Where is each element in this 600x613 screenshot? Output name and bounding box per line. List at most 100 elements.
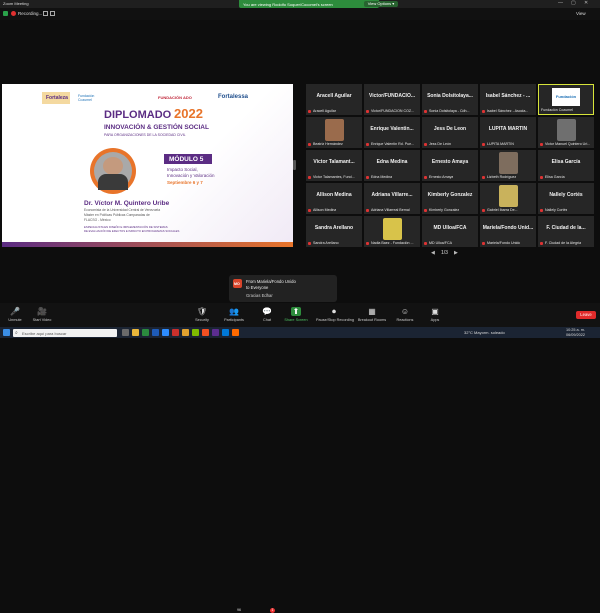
pause-recording-icon[interactable] [43,11,48,16]
minimize-button[interactable]: — [558,0,563,6]
maximize-button[interactable]: ▢ [571,0,576,6]
participant-tile[interactable]: Allison Medina Allison Medina [306,183,362,214]
participant-tile[interactable]: Aracell Aguilar Aracell Aguilar [306,84,362,115]
logo-fortaleza: Fortaleza [46,95,68,101]
chat-notification[interactable]: MO From Mariela/Fondo Unido to Everyone … [229,275,337,302]
participants-button[interactable]: 👥 Participants [219,307,249,322]
participant-tile[interactable]: Victor Manuel Quintero Uri... [538,117,594,148]
apps-button[interactable]: ▣ Apps [420,307,450,322]
outlook-icon[interactable] [222,329,229,336]
participant-tile[interactable]: Sonia Dolsitolaya... Sonia Dolsitolaya - … [422,84,478,115]
muted-mic-icon [482,110,485,113]
word-icon[interactable] [152,329,159,336]
chrome-icon[interactable] [182,329,189,336]
chat-from: From Mariela/Fondo Unido [246,279,296,284]
excel-icon[interactable] [142,329,149,336]
shield-icon[interactable] [3,11,8,16]
shield-icon: 🛡 [197,307,208,316]
participant-tile[interactable]: Sandra Arellano Sandra Arellano [306,216,362,247]
participant-label: F. Ciudad de la Alegría [545,241,582,245]
slide-year: 2022 [174,106,203,121]
app-icon[interactable] [192,329,199,336]
shared-screen-slide: Fortaleza Fundación Cozumel FUNDACIÓN AD… [2,84,293,247]
participant-name: F. Ciudad de la... [546,225,586,231]
start-video-button[interactable]: 🎥 Start Video [27,307,57,322]
muted-mic-icon [308,110,311,113]
muted-mic-icon [366,143,369,146]
view-button[interactable]: View [576,11,586,16]
participant-tile[interactable]: Victor Talamant... Victor Talamantes, Fun… [306,150,362,181]
participant-name: Allison Medina [316,192,352,198]
office-icon[interactable] [202,329,209,336]
teams-icon[interactable] [212,329,219,336]
leave-button[interactable]: Leave [576,311,596,319]
taskbar-search-box[interactable]: ⌕ Escribe aquí para buscar [13,328,117,337]
participant-video [383,218,402,240]
participant-label: MD Ulloa/FCA [429,241,452,245]
zoom-icon[interactable] [162,329,169,336]
chat-button[interactable]: 💬 Chat [252,307,282,322]
recording-label: Recording... [18,11,43,16]
taskbar-date[interactable]: 06/09/2022 [566,333,585,337]
gallery-prev-icon[interactable]: ◀ [431,250,435,256]
speaker-note-2: DE EVALUACIÓN DE EFECTOS E IMPACTO EN PR… [84,229,180,233]
taskbar-time[interactable]: 10:25 a. m. [566,328,585,332]
participant-tile[interactable]: Elisa García Elisa García [538,150,594,181]
participant-video [325,119,344,141]
weather-status[interactable]: 32°C Mayorm. soleado [464,330,505,335]
security-button[interactable]: 🛡 Security [187,307,217,322]
record-icon: ⏺ [332,307,336,316]
stop-recording-icon[interactable] [50,11,55,16]
participant-video [499,185,518,207]
participant-tile[interactable]: MD Ulloa/FCA MD Ulloa/FCA [422,216,478,247]
task-view-icon[interactable] [122,329,129,336]
unmute-button[interactable]: 🎤 Unmute [0,307,30,322]
logo-fundacion-cozumel: Fundación Cozumel [78,94,95,102]
participant-tile[interactable]: Mariela/Fondo Unid... Mariela/Fondo Unido [480,216,536,247]
windows-start-icon[interactable] [3,329,10,336]
participant-tile[interactable]: Edna Medina Edna Medina [364,150,420,181]
participant-label: Sandra Arellano [313,241,339,245]
participant-label: Sonia Dolsitolaya - Cdh... [429,109,470,113]
muted-mic-icon [308,242,311,245]
share-screen-button[interactable]: ⬆ Share Screen [281,307,311,322]
windows-taskbar: ⌕ Escribe aquí para buscar 32°C Mayorm. … [0,327,600,338]
participant-label: Victor Talamantes, Fund... [313,175,355,179]
participant-label: Gabriel Ibarra De... [487,208,518,212]
split-resize-handle[interactable] [293,160,296,170]
participant-tile[interactable]: Kimberly Gonzalez Kimberly Gonzalez [422,183,478,214]
participant-tile[interactable]: Adriana Villarre... Adriana Villarreal Be… [364,183,420,214]
muted-mic-icon [366,176,369,179]
participant-name: Mariela/Fondo Unid... [482,225,534,231]
participant-tile[interactable]: Jess De Leon Jess De León [422,117,478,148]
participant-tile[interactable]: Fundación Fundación Cozumel [538,84,594,115]
gallery-next-icon[interactable]: ▶ [454,250,458,256]
recording-icon [11,11,16,16]
participant-tile[interactable]: Gabriel Ibarra De... [480,183,536,214]
participant-tile[interactable]: Enrique Valentin... Enrique Valentin Rd. … [364,117,420,148]
participant-tile[interactable]: Victor/FUNDACIO... Victor/FUNDACION COZ..… [364,84,420,115]
view-options-button[interactable]: View Options ▾ [364,1,398,7]
participant-tile[interactable]: Lizbeth Rodríguez [480,150,536,181]
firefox-icon[interactable] [232,329,239,336]
participant-tile[interactable]: Isabel Sánchez - ... Isabel Sánchez - Aso… [480,84,536,115]
muted-mic-icon [308,176,311,179]
participant-tile[interactable]: Beatriz Hernández [306,117,362,148]
participant-name: Victor/FUNDACIO... [368,93,416,99]
logo-fortalessa: Fortalessa [218,94,249,100]
pause-stop-recording-button[interactable]: ⏺ Pause/Stop Recording [316,307,354,322]
powerpoint-icon[interactable] [172,329,179,336]
participant-tile[interactable]: LUPITA MARTIN LUPITA MARTIN [480,117,536,148]
participant-tile[interactable]: Nallely Cortés Nallely Cortés [538,183,594,214]
file-explorer-icon[interactable] [132,329,139,336]
participant-tile[interactable]: Ernesto Amaya Ernesto Amaya [422,150,478,181]
muted-mic-icon [540,143,543,146]
participant-tile[interactable]: F. Ciudad de la... F. Ciudad de la Alegrí… [538,216,594,247]
muted-mic-icon [540,176,543,179]
close-button[interactable]: ✕ [584,0,588,6]
participant-tile[interactable]: Nadia Baez - Fundación ... [364,216,420,247]
search-icon: ⌕ [15,329,18,336]
reactions-button[interactable]: ☺ Reactions [390,307,420,322]
participant-name: Jess De Leon [433,126,467,132]
breakout-rooms-button[interactable]: ▦ Breakout Rooms [357,307,387,322]
